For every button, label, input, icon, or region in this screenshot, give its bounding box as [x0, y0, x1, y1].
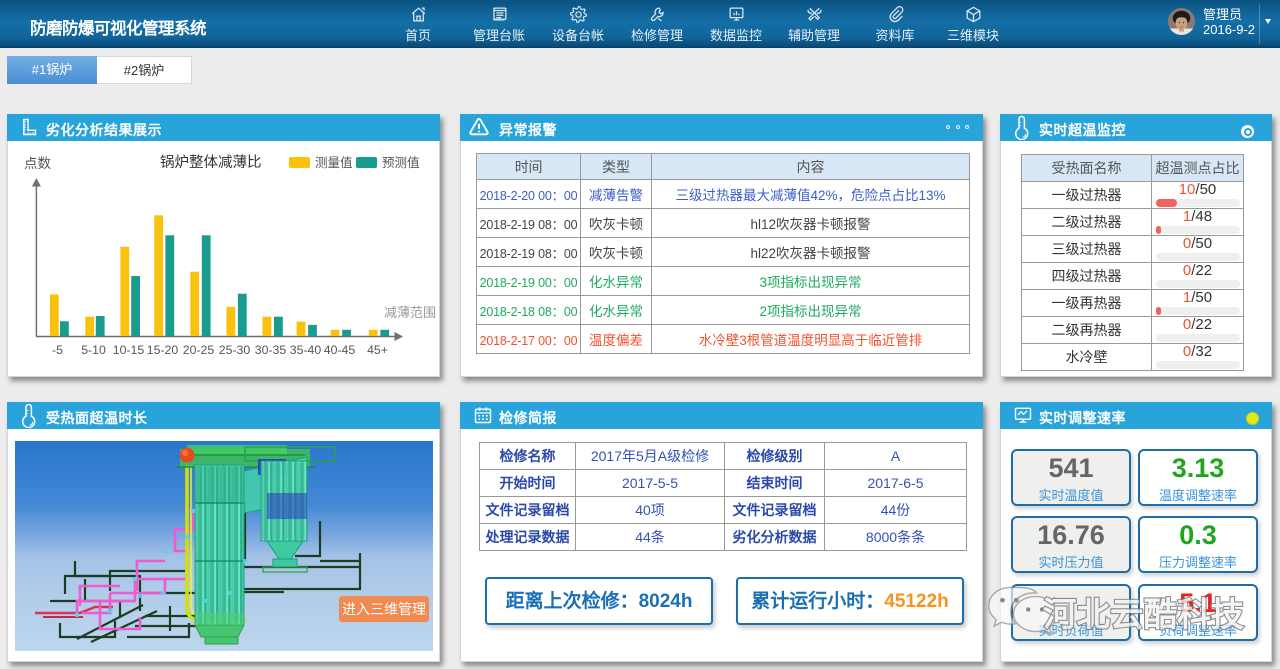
svg-text:30-35: 30-35: [255, 343, 287, 357]
svg-text:锅炉整体减薄比: 锅炉整体减薄比: [160, 154, 262, 171]
svg-text:45+: 45+: [367, 343, 388, 357]
svg-text:河北云酷科技: 河北云酷科技: [1043, 597, 1244, 634]
svg-text:预测值: 预测值: [382, 155, 420, 170]
svg-text:减薄范围: 减薄范围: [384, 305, 436, 320]
svg-text:15-20: 15-20: [147, 343, 179, 357]
svg-text:点数: 点数: [24, 156, 51, 171]
svg-text:-5: -5: [52, 343, 63, 357]
svg-text:20-25: 20-25: [183, 343, 215, 357]
svg-text:5-10: 5-10: [81, 343, 106, 357]
svg-text:测量值: 测量值: [315, 155, 353, 170]
svg-text:35-40: 35-40: [290, 343, 322, 357]
svg-text:40-45: 40-45: [324, 343, 356, 357]
svg-text:25-30: 25-30: [219, 343, 251, 357]
svg-text:10-15: 10-15: [113, 343, 145, 357]
